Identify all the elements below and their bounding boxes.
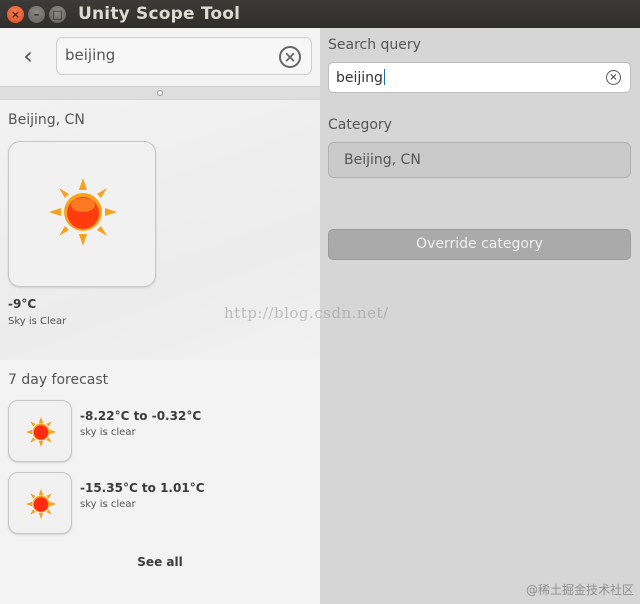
watermark-text: http://blog.csdn.net/ [224, 304, 389, 322]
forecast-description: sky is clear [80, 499, 136, 510]
forecast-card[interactable] [8, 472, 72, 534]
forecast-description: sky is clear [80, 427, 136, 438]
search-query-value: beijing [336, 69, 385, 86]
category-field[interactable]: Beijing, CN [328, 142, 631, 178]
window-title: Unity Scope Tool [78, 4, 241, 24]
override-category-button[interactable]: Override category [328, 229, 631, 260]
current-description: Sky is Clear [8, 316, 67, 327]
scope-search-input[interactable]: beijing × [56, 37, 312, 75]
category-title: Beijing, CN [8, 112, 85, 128]
search-query-label: Search query [328, 37, 421, 53]
category-label: Category [328, 117, 392, 133]
window-close-button[interactable]: × [7, 5, 24, 23]
header-drag-handle[interactable] [0, 86, 320, 100]
scope-search-value: beijing [65, 46, 116, 64]
forecast-title: 7 day forecast [8, 372, 109, 388]
see-all-link[interactable]: See all [0, 555, 320, 569]
text-caret [383, 69, 385, 85]
window-titlebar: × – □ Unity Scope Tool [0, 0, 640, 28]
window-maximize-button[interactable]: □ [49, 5, 66, 23]
back-button[interactable]: ‹ [18, 44, 38, 68]
sun-icon [25, 488, 57, 520]
current-temperature: -9°C [8, 297, 37, 311]
window-minimize-button[interactable]: – [28, 5, 45, 23]
sun-icon [49, 178, 117, 246]
sun-icon [25, 416, 57, 448]
current-weather-card[interactable] [8, 141, 156, 287]
scope-search-header: ‹ beijing × [0, 28, 320, 86]
clear-search-icon[interactable]: × [279, 46, 301, 68]
handle-dot-icon [157, 90, 163, 96]
search-query-input[interactable]: beijing × [328, 62, 631, 93]
forecast-card[interactable] [8, 400, 72, 462]
clear-query-icon[interactable]: × [606, 70, 621, 85]
forecast-range: -8.22°C to -0.32°C [80, 409, 202, 423]
forecast-range: -15.35°C to 1.01°C [80, 481, 205, 495]
corner-watermark: @稀土掘金技术社区 [525, 583, 634, 597]
category-value: Beijing, CN [344, 152, 421, 168]
